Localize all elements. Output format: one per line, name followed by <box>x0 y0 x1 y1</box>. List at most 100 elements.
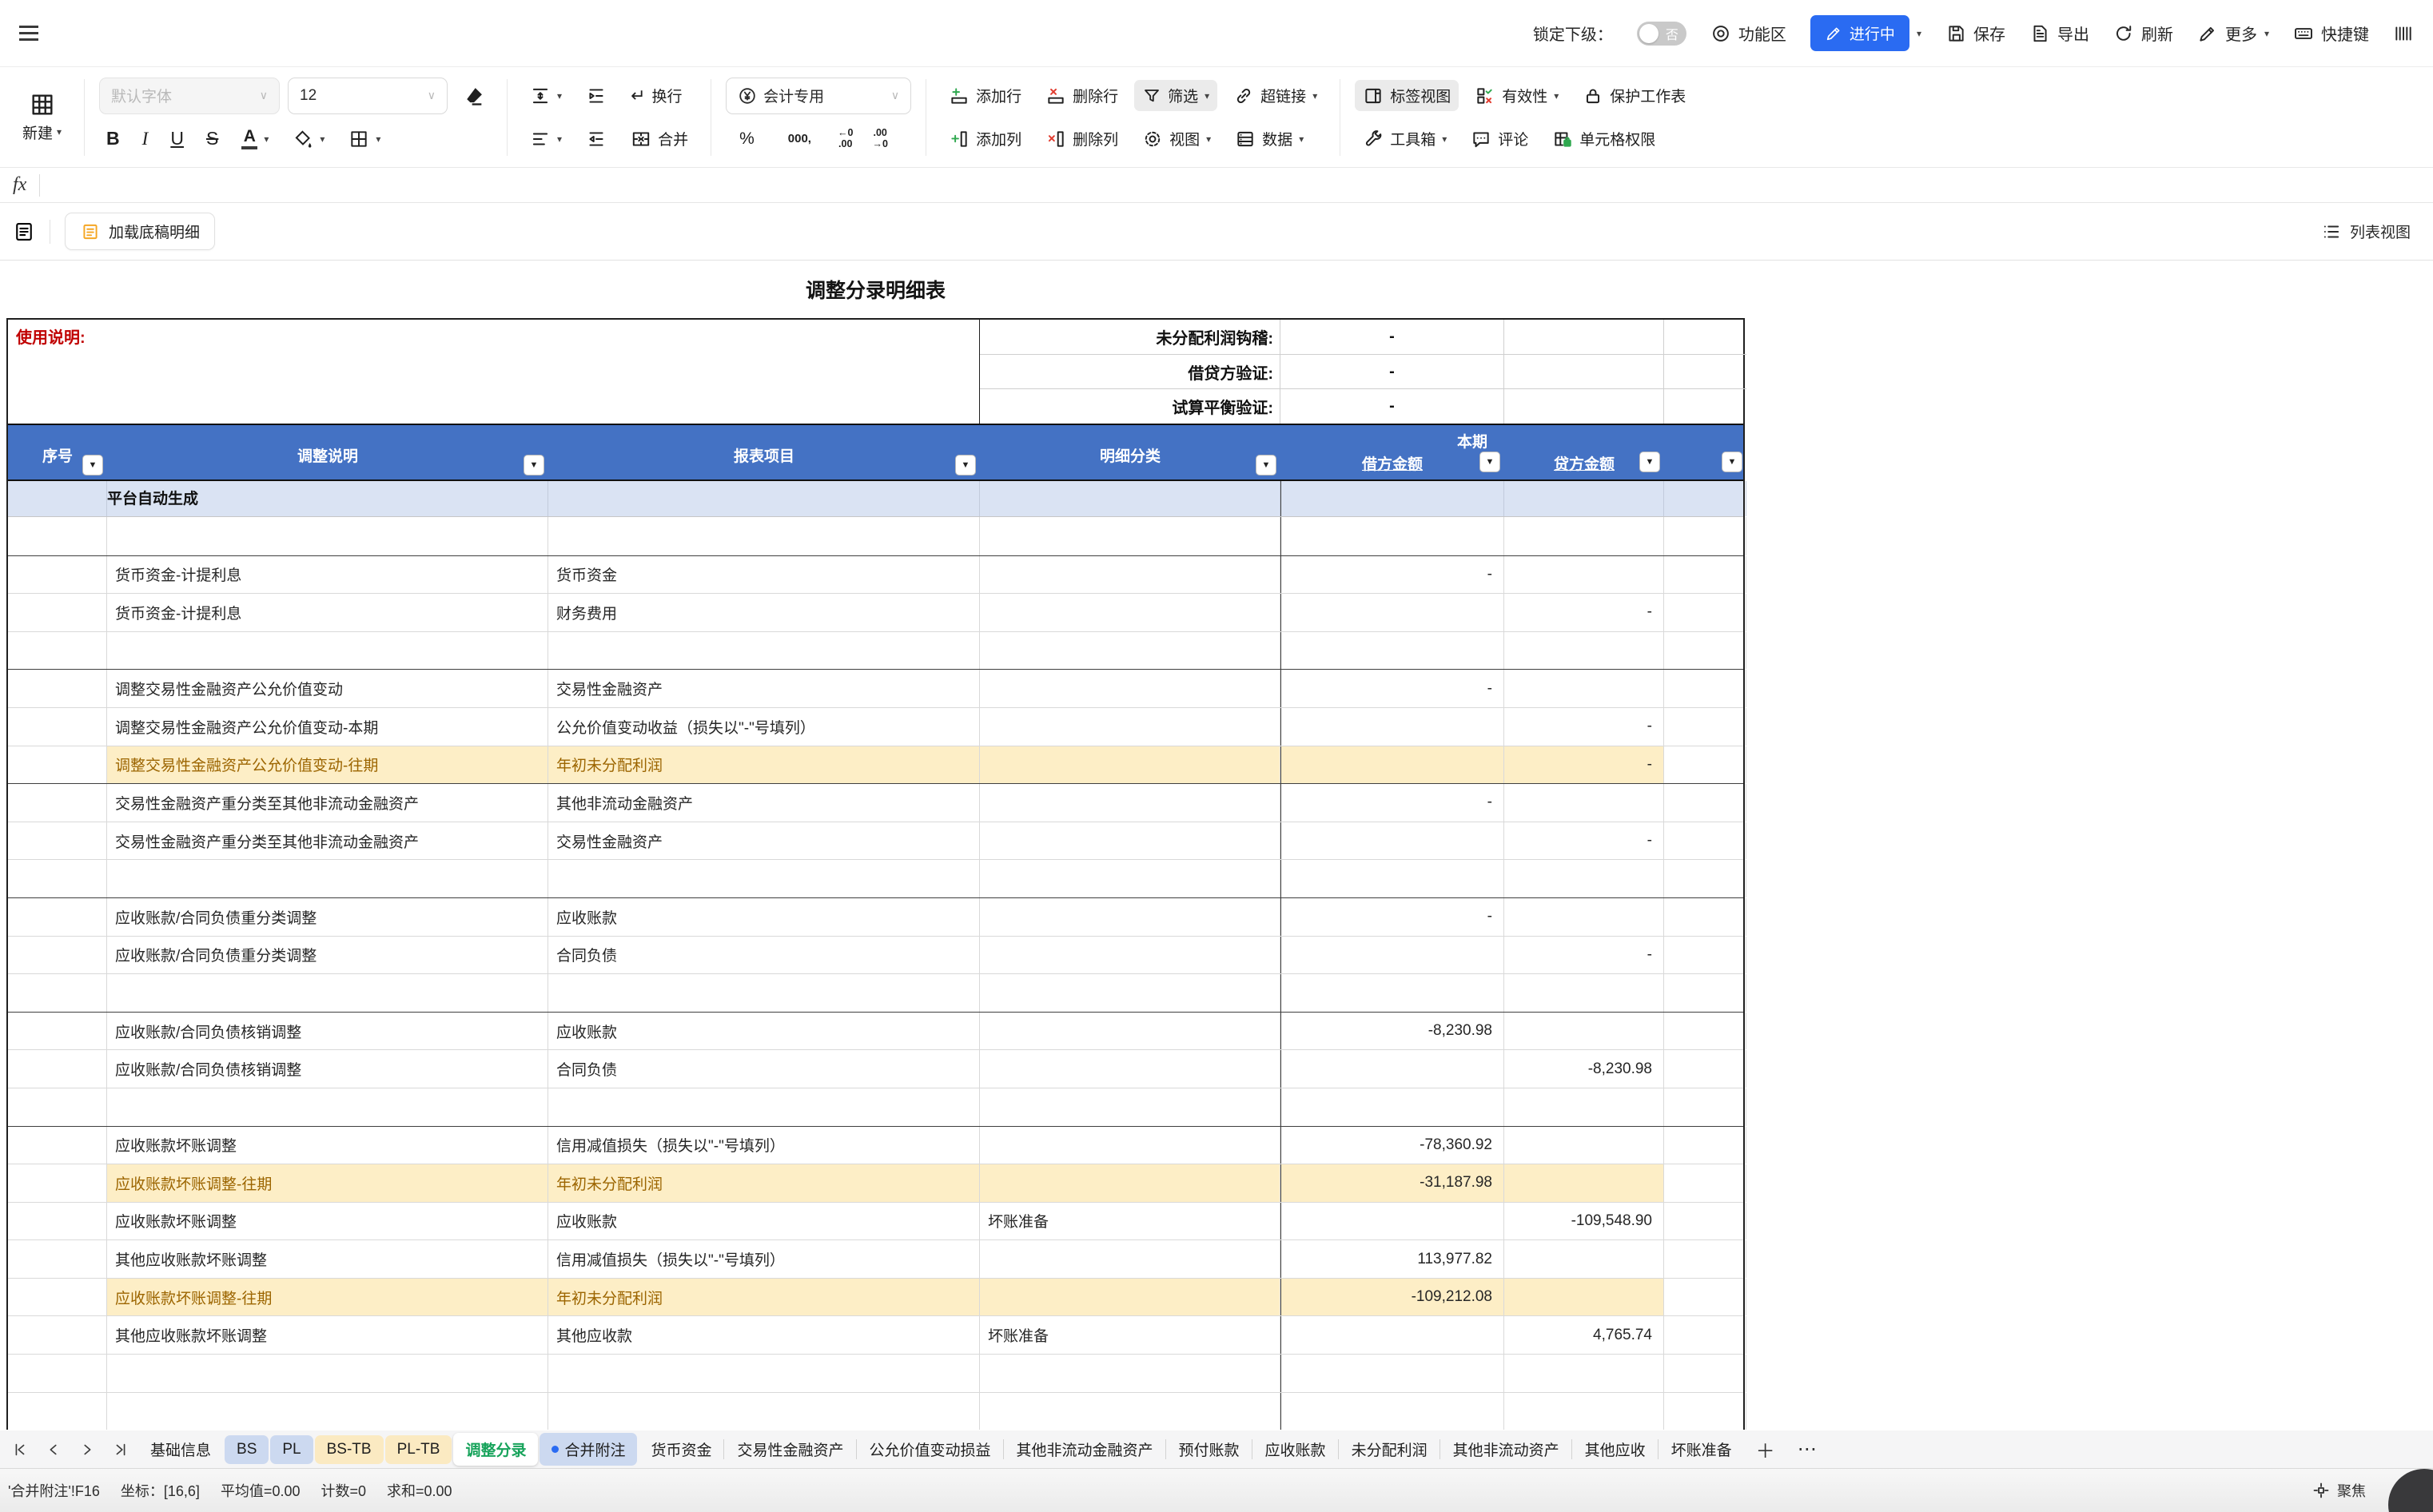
detail-class-cell[interactable] <box>980 1355 1280 1392</box>
empty-cell[interactable] <box>1504 389 1664 424</box>
seq-cell[interactable] <box>8 632 107 670</box>
detail-class-cell[interactable] <box>980 784 1280 822</box>
extra-cell[interactable] <box>1664 594 1746 631</box>
debit-cell[interactable] <box>1280 1050 1504 1088</box>
debit-cell[interactable] <box>1280 974 1504 1012</box>
debit-cell[interactable]: - <box>1280 784 1504 822</box>
extra-cell[interactable] <box>1664 708 1746 746</box>
detail-class-cell[interactable] <box>980 898 1280 936</box>
cell[interactable] <box>1280 481 1504 516</box>
seq-cell[interactable] <box>8 1316 107 1354</box>
debit-cell[interactable] <box>1280 594 1504 631</box>
check-value[interactable]: - <box>1280 320 1504 355</box>
desc-cell[interactable]: 交易性金融资产重分类至其他非流动金融资产 <box>107 784 548 822</box>
font-size-select[interactable]: 12∨ <box>288 78 448 114</box>
credit-cell[interactable] <box>1504 1013 1664 1050</box>
credit-cell[interactable] <box>1504 860 1664 897</box>
sheet-tab-交易性金融资产[interactable]: 交易性金融资产 <box>725 1433 855 1466</box>
cell-permission-button[interactable]: 单元格权限 <box>1544 123 1663 154</box>
desc-cell[interactable]: 应收账款坏账调整 <box>107 1203 548 1240</box>
credit-cell[interactable] <box>1504 556 1664 594</box>
credit-cell[interactable]: - <box>1504 708 1664 746</box>
debit-cell[interactable] <box>1280 1355 1504 1392</box>
credit-cell[interactable] <box>1504 517 1664 555</box>
extra-cell[interactable] <box>1664 1013 1746 1050</box>
debit-cell[interactable]: -31,187.98 <box>1280 1164 1504 1202</box>
comment-button[interactable]: 评论 <box>1463 123 1536 154</box>
sheet-tab-PL-TB[interactable]: PL-TB <box>385 1435 452 1464</box>
debit-cell[interactable] <box>1280 1393 1504 1430</box>
header-extra[interactable]: ▼ <box>1664 425 1746 479</box>
load-working-paper-button[interactable]: 加载底稿明细 <box>65 213 215 250</box>
detail-class-cell[interactable] <box>980 670 1280 707</box>
report-item-cell[interactable]: 财务费用 <box>548 594 980 631</box>
desc-cell[interactable]: 其他应收账款坏账调整 <box>107 1240 548 1278</box>
detail-class-cell[interactable] <box>980 1013 1280 1050</box>
debit-cell[interactable] <box>1280 632 1504 670</box>
seq-cell[interactable] <box>8 708 107 746</box>
decrease-decimal-button[interactable]: .00→0 <box>872 128 887 149</box>
sheet-tab-BS-TB[interactable]: BS-TB <box>315 1435 384 1464</box>
view-button[interactable]: 视图▾ <box>1134 123 1219 154</box>
credit-cell[interactable]: -109,548.90 <box>1504 1203 1664 1240</box>
empty-cell[interactable] <box>1504 320 1664 355</box>
auto-row-label[interactable]: 平台自动生成 <box>107 481 548 516</box>
credit-cell[interactable] <box>1504 1355 1664 1392</box>
seq-cell[interactable] <box>8 517 107 555</box>
desc-cell[interactable]: 应收账款坏账调整 <box>107 1127 548 1164</box>
filter-button[interactable]: ▼ <box>1256 455 1276 475</box>
empty-cell[interactable] <box>1664 355 1746 390</box>
check-value[interactable]: - <box>1280 389 1504 424</box>
add-row-button[interactable]: 添加行 <box>941 80 1029 111</box>
desc-cell[interactable] <box>107 1393 548 1430</box>
seq-cell[interactable] <box>8 746 107 784</box>
delete-column-button[interactable]: 删除列 <box>1037 123 1126 154</box>
credit-cell[interactable]: -8,230.98 <box>1504 1050 1664 1088</box>
clear-format-icon[interactable] <box>456 83 492 109</box>
prev-sheet-icon[interactable] <box>45 1441 62 1458</box>
ribbon-button[interactable]: 功能区 <box>1710 22 1786 45</box>
report-item-cell[interactable]: 合同负债 <box>548 937 980 974</box>
usage-note-cell[interactable]: 使用说明: <box>8 320 980 424</box>
report-item-cell[interactable]: 信用减值损失（损失以"-"号填列） <box>548 1127 980 1164</box>
extra-cell[interactable] <box>1664 1316 1746 1354</box>
filter-button[interactable]: ▼ <box>955 455 976 475</box>
seq-cell[interactable] <box>8 1355 107 1392</box>
report-item-cell[interactable]: 交易性金融资产 <box>548 822 980 860</box>
credit-cell[interactable] <box>1504 1279 1664 1316</box>
desc-cell[interactable] <box>107 1088 548 1126</box>
add-sheet-button[interactable]: ＋ <box>1745 1435 1786 1463</box>
panel-toggle-icon[interactable] <box>13 221 35 243</box>
desc-cell[interactable]: 货币资金-计提利息 <box>107 594 548 631</box>
wrap-text-button[interactable]: ↵换行 <box>623 80 690 111</box>
sheet-tab-基础信息[interactable]: 基础信息 <box>138 1433 223 1466</box>
desc-cell[interactable] <box>107 974 548 1012</box>
report-item-cell[interactable] <box>548 1355 980 1392</box>
desc-cell[interactable]: 应收账款/合同负债重分类调整 <box>107 898 548 936</box>
seq-cell[interactable] <box>8 1279 107 1316</box>
cell[interactable] <box>8 481 107 516</box>
seq-cell[interactable] <box>8 898 107 936</box>
extra-cell[interactable] <box>1664 746 1746 784</box>
filter-toolbar-button[interactable]: 筛选▾ <box>1134 80 1217 111</box>
delete-row-button[interactable]: 删除行 <box>1037 80 1126 111</box>
credit-cell[interactable] <box>1504 1240 1664 1278</box>
desc-cell[interactable] <box>107 860 548 897</box>
seq-cell[interactable] <box>8 1393 107 1430</box>
extra-cell[interactable] <box>1664 1393 1746 1430</box>
protect-sheet-button[interactable]: 保护工作表 <box>1575 80 1694 111</box>
report-item-cell[interactable] <box>548 1088 980 1126</box>
extra-cell[interactable] <box>1664 670 1746 707</box>
debit-cell[interactable] <box>1280 860 1504 897</box>
desc-cell[interactable]: 货币资金-计提利息 <box>107 556 548 594</box>
desc-cell[interactable] <box>107 1355 548 1392</box>
credit-cell[interactable] <box>1504 1127 1664 1164</box>
detail-class-cell[interactable] <box>980 594 1280 631</box>
debit-cell[interactable] <box>1280 708 1504 746</box>
debit-cell[interactable] <box>1280 937 1504 974</box>
desc-cell[interactable]: 应收账款/合同负债核销调整 <box>107 1050 548 1088</box>
first-sheet-icon[interactable] <box>11 1441 29 1458</box>
header-detail-class[interactable]: 明细分类▼ <box>980 425 1280 479</box>
check-label[interactable]: 试算平衡验证: <box>980 389 1280 424</box>
detail-class-cell[interactable] <box>980 1393 1280 1430</box>
